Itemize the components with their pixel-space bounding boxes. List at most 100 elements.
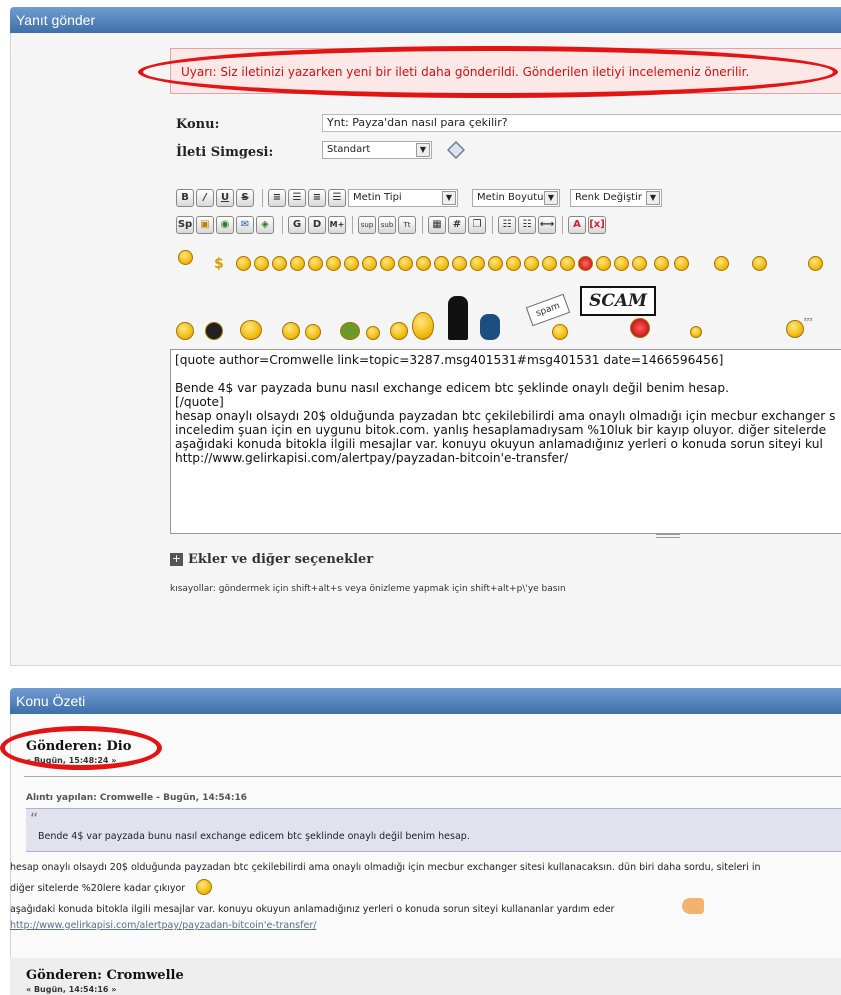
subscript-button[interactable]: sub [378, 216, 396, 234]
message-line: http://www.gelirkapisi.com/alertpay/payz… [175, 451, 569, 465]
bullet-list-icon: ☷ [502, 219, 512, 230]
smiley-icon[interactable] [578, 256, 593, 271]
smiley-icon[interactable] [488, 256, 503, 271]
smiley-alien-icon[interactable] [340, 322, 360, 340]
smiley-police-icon[interactable] [240, 320, 262, 340]
ftp-button[interactable]: ◈ [256, 216, 274, 234]
color-select[interactable]: Renk Değiştir ▼ [570, 189, 662, 207]
chevron-down-icon: ▼ [416, 143, 430, 157]
marquee-button[interactable]: M+ [328, 216, 346, 234]
smiley-bat-icon[interactable] [282, 322, 300, 340]
globe-icon: ◉ [220, 219, 230, 230]
summary-header: Konu Özeti [10, 688, 841, 714]
smiley-icon[interactable] [236, 256, 251, 271]
smiley-devil-icon[interactable] [176, 322, 194, 340]
quote-icon: ❐ [472, 219, 482, 230]
shadow-button[interactable]: D [308, 216, 326, 234]
numbered-list-button[interactable]: ☷ [518, 216, 536, 234]
smiley-icon[interactable] [596, 256, 611, 271]
smiley-small-icon[interactable] [690, 326, 702, 338]
smiley-sad-icon[interactable] [305, 324, 321, 340]
underline-button[interactable]: U [216, 189, 234, 207]
email-button[interactable]: ✉ [236, 216, 254, 234]
glow-button[interactable]: G [288, 216, 306, 234]
spoiler-button[interactable]: Sp [176, 216, 194, 234]
link-button[interactable]: ◉ [216, 216, 234, 234]
change-font-size-button[interactable]: A [568, 216, 586, 234]
post-body-line: aşağıdaki konuda bitokla ilgili mesajlar… [10, 904, 615, 915]
smiley-reaper-icon[interactable] [448, 296, 468, 340]
font-size-select[interactable]: Metin Boyutu ▼ [472, 189, 560, 207]
smiley-icon[interactable] [434, 256, 449, 271]
bold-button[interactable]: B [176, 189, 194, 207]
smiley-icon[interactable] [808, 256, 823, 271]
code-button[interactable]: # [448, 216, 466, 234]
post2-author[interactable]: Gönderen: Cromwelle [26, 968, 184, 983]
align-justify-button[interactable]: ☰ [288, 189, 306, 207]
smiley-icon[interactable] [178, 250, 193, 265]
resize-handle[interactable] [656, 534, 680, 538]
smiley-icon[interactable] [506, 256, 521, 271]
italic-button[interactable]: / [196, 189, 214, 207]
superscript-button[interactable]: sup [358, 216, 376, 234]
font-face-select[interactable]: Metin Tipi ▼ [348, 189, 458, 207]
smiley-sleep-icon[interactable] [786, 320, 804, 338]
smiley-icon[interactable] [326, 256, 341, 271]
strike-button[interactable]: S [236, 189, 254, 207]
horizontal-rule-button[interactable]: ⟷ [538, 216, 556, 234]
quote-button[interactable]: ❐ [468, 216, 486, 234]
smiley-wow-icon[interactable] [366, 326, 380, 340]
post-link[interactable]: http://www.gelirkapisi.com/alertpay/payz… [10, 920, 316, 931]
smiley-icon[interactable] [398, 256, 413, 271]
align-center-icon: ≡ [312, 192, 322, 203]
smiley-spam-icon[interactable] [552, 324, 568, 340]
align-right-button[interactable]: ☰ [328, 189, 346, 207]
smiley-icon[interactable] [290, 256, 305, 271]
message-textarea[interactable]: [quote author=Cromwelle link=topic=3287.… [170, 349, 841, 534]
smiley-icon[interactable] [308, 256, 323, 271]
smiley-angry-icon[interactable] [630, 318, 650, 338]
smiley-icon[interactable] [524, 256, 539, 271]
smiley-icon[interactable] [654, 256, 669, 271]
image-button[interactable]: ▣ [196, 216, 214, 234]
smiley-icon[interactable] [542, 256, 557, 271]
remove-format-button[interactable]: [x] [588, 216, 606, 234]
smiley-icon[interactable]: $ [214, 256, 229, 272]
smiley-monster-icon[interactable] [480, 314, 500, 340]
smiley-ninja-icon[interactable] [205, 322, 223, 340]
smiley-icon[interactable] [272, 256, 287, 271]
smiley-icon[interactable] [452, 256, 467, 271]
smiley-icon[interactable] [380, 256, 395, 271]
smiley-icon[interactable] [362, 256, 377, 271]
sticker-scam[interactable]: SCAM [580, 286, 656, 316]
smiley-icon[interactable] [632, 256, 647, 271]
smiley-icon[interactable] [470, 256, 485, 271]
smiley-icon[interactable] [344, 256, 359, 271]
post-author[interactable]: Gönderen: Dio [26, 739, 131, 754]
toolbar-divider [492, 216, 493, 234]
align-center-button[interactable]: ≡ [308, 189, 326, 207]
summary-panel [10, 714, 841, 995]
smiley-icon[interactable] [714, 256, 729, 271]
message-icon-select[interactable]: Standart ▼ [322, 141, 432, 159]
table-button[interactable]: ▦ [428, 216, 446, 234]
smiley-shocked-icon[interactable] [412, 312, 434, 340]
bullet-list-button[interactable]: ☷ [498, 216, 516, 234]
attachments-toggle[interactable]: Ekler ve diğer seçenekler [188, 552, 373, 567]
smiley-glasses-icon[interactable] [390, 322, 408, 340]
font-size-icon: A [573, 219, 581, 230]
subject-input[interactable]: Ynt: Payza'dan nasıl para çekilir? [322, 114, 841, 132]
smiley-icon[interactable] [674, 256, 689, 271]
smiley-icon[interactable] [752, 256, 767, 271]
smiley-icon[interactable] [614, 256, 629, 271]
align-justify-icon: ☰ [292, 192, 302, 203]
smiley-icon[interactable] [560, 256, 575, 271]
smiley-icon[interactable] [254, 256, 269, 271]
folder-icon: ◈ [261, 219, 269, 230]
message-icon-label: İleti Simgesi: [176, 145, 274, 160]
expand-plus-icon[interactable]: + [170, 553, 183, 566]
smiley-icon[interactable] [416, 256, 431, 271]
teletype-button[interactable]: Tt [398, 216, 416, 234]
align-left-button[interactable]: ≡ [268, 189, 286, 207]
quote-box: “ Bende 4$ var payzada bunu nasıl exchan… [26, 808, 841, 852]
